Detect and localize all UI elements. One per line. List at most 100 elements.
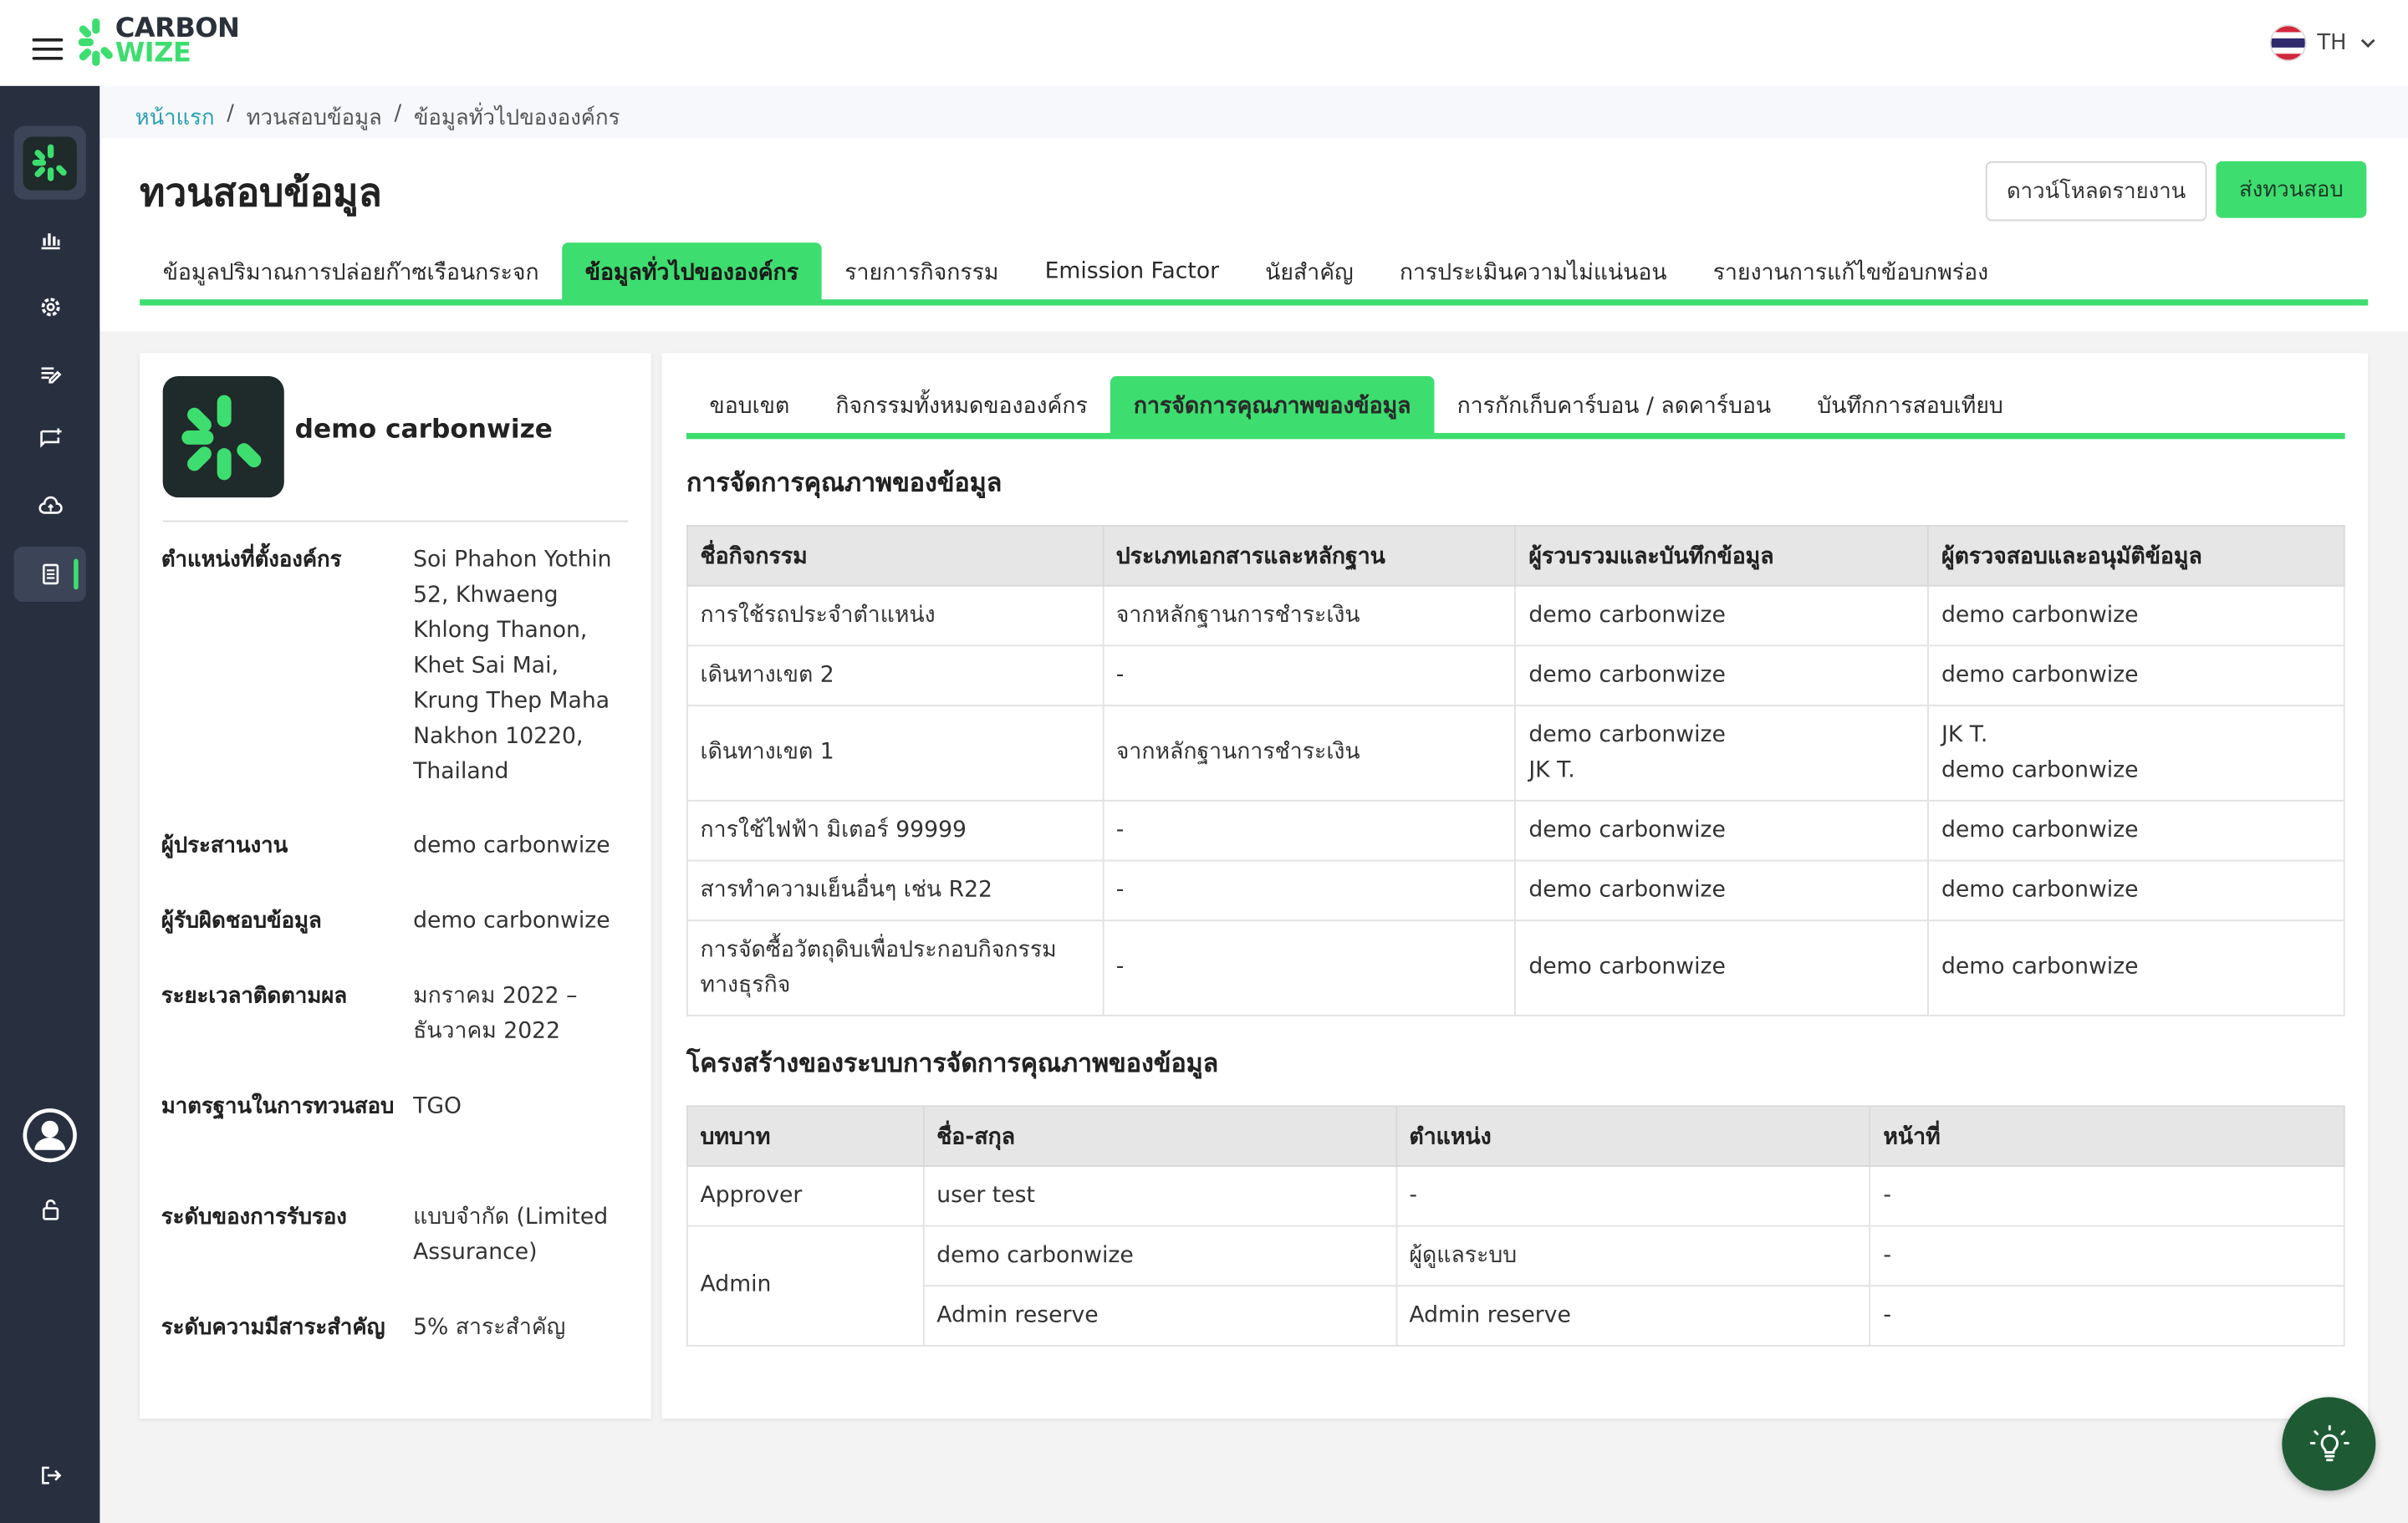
table-row: เดินทางเขต 1 จากหลักฐานการชำระเงิน demo …	[686, 705, 2345, 802]
activity-cell: การจัดซื้อวัตถุดิบเพื่อประกอบกิจกรรมทางธ…	[686, 919, 1105, 1016]
position-cell: Admin reserve	[1395, 1285, 1871, 1347]
tab-org-info[interactable]: ข้อมูลทั่วไปขององค์กร	[562, 242, 822, 301]
duty-cell: -	[1869, 1165, 2345, 1227]
user-icon	[23, 1108, 77, 1163]
page-title: ทวนสอบข้อมูล	[140, 170, 382, 216]
help-tips-button[interactable]	[2282, 1397, 2376, 1491]
column-header: ผู้รวบรวมและบันทึกข้อมูล	[1514, 525, 1930, 587]
subtab-calibration[interactable]: บันทึกการสอบเทียบ	[1794, 376, 2027, 435]
sidebar-home-button[interactable]	[13, 125, 86, 200]
sidebar-item-lock[interactable]	[14, 1182, 86, 1237]
field-label: ระดับของการรับรอง	[161, 1205, 347, 1230]
name-cell: Admin reserve	[922, 1285, 1397, 1347]
tab-significance[interactable]: นัยสำคัญ	[1242, 242, 1377, 301]
sidebar-item-dashboard[interactable]	[14, 211, 86, 267]
evidence-cell: -	[1102, 799, 1517, 862]
divider	[162, 520, 629, 522]
subtab-scope[interactable]: ขอบเขต	[686, 376, 813, 435]
role-cell: Approver	[686, 1165, 925, 1227]
column-header: ชื่อกิจกรรม	[686, 525, 1105, 587]
field-label: ตำแหน่งที่ตั้งองค์กร	[161, 548, 342, 573]
evidence-cell: -	[1102, 859, 1517, 922]
edit-list-icon	[40, 367, 61, 384]
subtab-underline	[686, 432, 2345, 440]
sidebar-item-edit[interactable]	[14, 347, 86, 402]
collector-cell: demo carbonwize	[1514, 644, 1930, 706]
top-bar: CARBON WIZE TH	[0, 0, 2408, 88]
subtab-data-quality[interactable]: การจัดการคุณภาพของข้อมูล	[1110, 375, 1435, 435]
quality-table: ชื่อกิจกรรม ประเภทเอกสารและหลักฐาน ผู้รว…	[686, 525, 2345, 1016]
evidence-cell: จากหลักฐานการชำระเงิน	[1102, 705, 1517, 802]
field-value: มกราคม 2022 – ธันวาคม 2022	[413, 984, 578, 1044]
sidebar-item-settings[interactable]	[14, 279, 86, 334]
user-avatar[interactable]	[23, 1108, 77, 1163]
subtab-carbon-capture[interactable]: การกักเก็บคาร์บอน / ลดคาร์บอน	[1434, 376, 1794, 435]
quality-section-title: การจัดการคุณภาพของข้อมูล	[686, 468, 1002, 498]
duty-cell: -	[1869, 1225, 2345, 1287]
position-cell: -	[1395, 1165, 1871, 1227]
field-label: มาตรฐานในการทวนสอบ	[161, 1094, 395, 1119]
sub-tabs: ขอบเขต กิจกรรมทั้งหมดขององค์กร การจัดการ…	[686, 375, 2027, 435]
main-tabs: ข้อมูลปริมาณการปล่อยก๊าซเรือนกระจก ข้อมู…	[140, 242, 2012, 301]
table-row: Admin reserve Admin reserve -	[687, 1285, 2345, 1347]
table-row: Admin demo carbonwize ผู้ดูแลระบบ -	[686, 1225, 2345, 1347]
table-row: การใช้รถประจำตำแหน่ง จากหลักฐานการชำระเง…	[686, 584, 2345, 647]
language-selector[interactable]: TH	[2271, 24, 2377, 61]
app-logo[interactable]: CARBON WIZE	[78, 16, 263, 72]
org-field-standard: มาตรฐานในการทวนสอบ TGO	[161, 1090, 631, 1125]
approver-cell: demo carbonwize	[1927, 859, 2345, 922]
tab-corrections[interactable]: รายงานการแก้ไขข้อบกพร่อง	[1690, 242, 2012, 301]
sidebar-item-messages[interactable]	[14, 411, 86, 466]
sidebar-item-logout[interactable]	[14, 1448, 86, 1503]
activity-cell: การใช้รถประจำตำแหน่ง	[686, 584, 1105, 647]
sidebar	[0, 85, 100, 1523]
logout-icon	[41, 1466, 61, 1485]
subtab-all-activities[interactable]: กิจกรรมทั้งหมดขององค์กร	[813, 376, 1111, 435]
breadcrumb-home[interactable]: หน้าแรก	[135, 101, 215, 135]
org-field-assurance: ระดับของการรับรอง แบบจำกัด (Limited Assu…	[161, 1200, 631, 1271]
approver-cell: demo carbonwize	[1927, 644, 2345, 706]
detail-card: ขอบเขต กิจกรรมทั้งหมดขององค์กร การจัดการ…	[661, 353, 2369, 1419]
sidebar-item-cloud[interactable]	[14, 479, 86, 534]
column-header: ตำแหน่ง	[1395, 1105, 1871, 1167]
tab-emission-factor[interactable]: Emission Factor	[1022, 242, 1242, 301]
thai-flag-icon	[2271, 26, 2305, 60]
field-label: ระยะเวลาติดตามผล	[161, 984, 348, 1009]
breadcrumb-current: ข้อมูลทั่วไปขององค์กร	[413, 105, 620, 131]
duty-cell: -	[1869, 1285, 2345, 1347]
evidence-cell: จากหลักฐานการชำระเงิน	[1102, 584, 1517, 647]
position-cell: ผู้ดูแลระบบ	[1395, 1225, 1871, 1287]
lightbulb-icon	[2309, 1424, 2349, 1461]
sidebar-item-verify[interactable]	[13, 546, 86, 602]
breadcrumb-verify[interactable]: ทวนสอบข้อมูล	[247, 101, 382, 135]
submit-verification-button[interactable]: ส่งทวนสอบ	[2216, 160, 2367, 218]
language-code: TH	[2317, 30, 2347, 56]
table-row: เดินทางเขต 2 - demo carbonwize demo carb…	[686, 644, 2345, 706]
field-value: demo carbonwize	[413, 833, 610, 858]
carbonwize-logo-icon	[181, 394, 261, 480]
approver-name: JK T.	[1941, 722, 1988, 747]
activity-cell: เดินทางเขต 1	[686, 705, 1105, 802]
table-row: การจัดซื้อวัตถุดิบเพื่อประกอบกิจกรรมทางธ…	[686, 919, 2345, 1016]
tab-uncertainty[interactable]: การประเมินความไม่แน่นอน	[1376, 242, 1690, 301]
column-header: ประเภทเอกสารและหลักฐาน	[1102, 525, 1517, 587]
table-row: Approver user test - -	[686, 1165, 2345, 1227]
table-header-row: บทบาท ชื่อ-สกุล ตำแหน่ง หน้าที่	[686, 1105, 2345, 1167]
collector-name: JK T.	[1528, 757, 1575, 782]
download-report-button[interactable]: ดาวน์โหลดรายงาน	[1985, 160, 2207, 222]
menu-icon[interactable]	[32, 38, 64, 60]
approver-cell: demo carbonwize	[1927, 584, 2345, 647]
tab-underline	[140, 299, 2369, 306]
table-header-row: ชื่อกิจกรรม ประเภทเอกสารและหลักฐาน ผู้รว…	[686, 525, 2345, 587]
tab-ghg-data[interactable]: ข้อมูลปริมาณการปล่อยก๊าซเรือนกระจก	[140, 242, 562, 301]
field-value: แบบจำกัด (Limited Assurance)	[413, 1205, 609, 1266]
field-value: Soi Phahon Yothin 52, Khwaeng Khlong Tha…	[413, 548, 612, 785]
field-label: ผู้ประสานงาน	[161, 833, 288, 858]
tab-activities[interactable]: รายการกิจกรรม	[822, 242, 1022, 301]
column-header: หน้าที่	[1869, 1105, 2345, 1167]
logo-burst-icon	[78, 18, 113, 66]
activity-cell: สารทำความเย็นอื่นๆ เช่น R22	[686, 859, 1105, 922]
column-header: บทบาท	[686, 1105, 925, 1167]
bar-chart-icon	[40, 233, 59, 250]
role-cell: Admin	[686, 1225, 925, 1347]
